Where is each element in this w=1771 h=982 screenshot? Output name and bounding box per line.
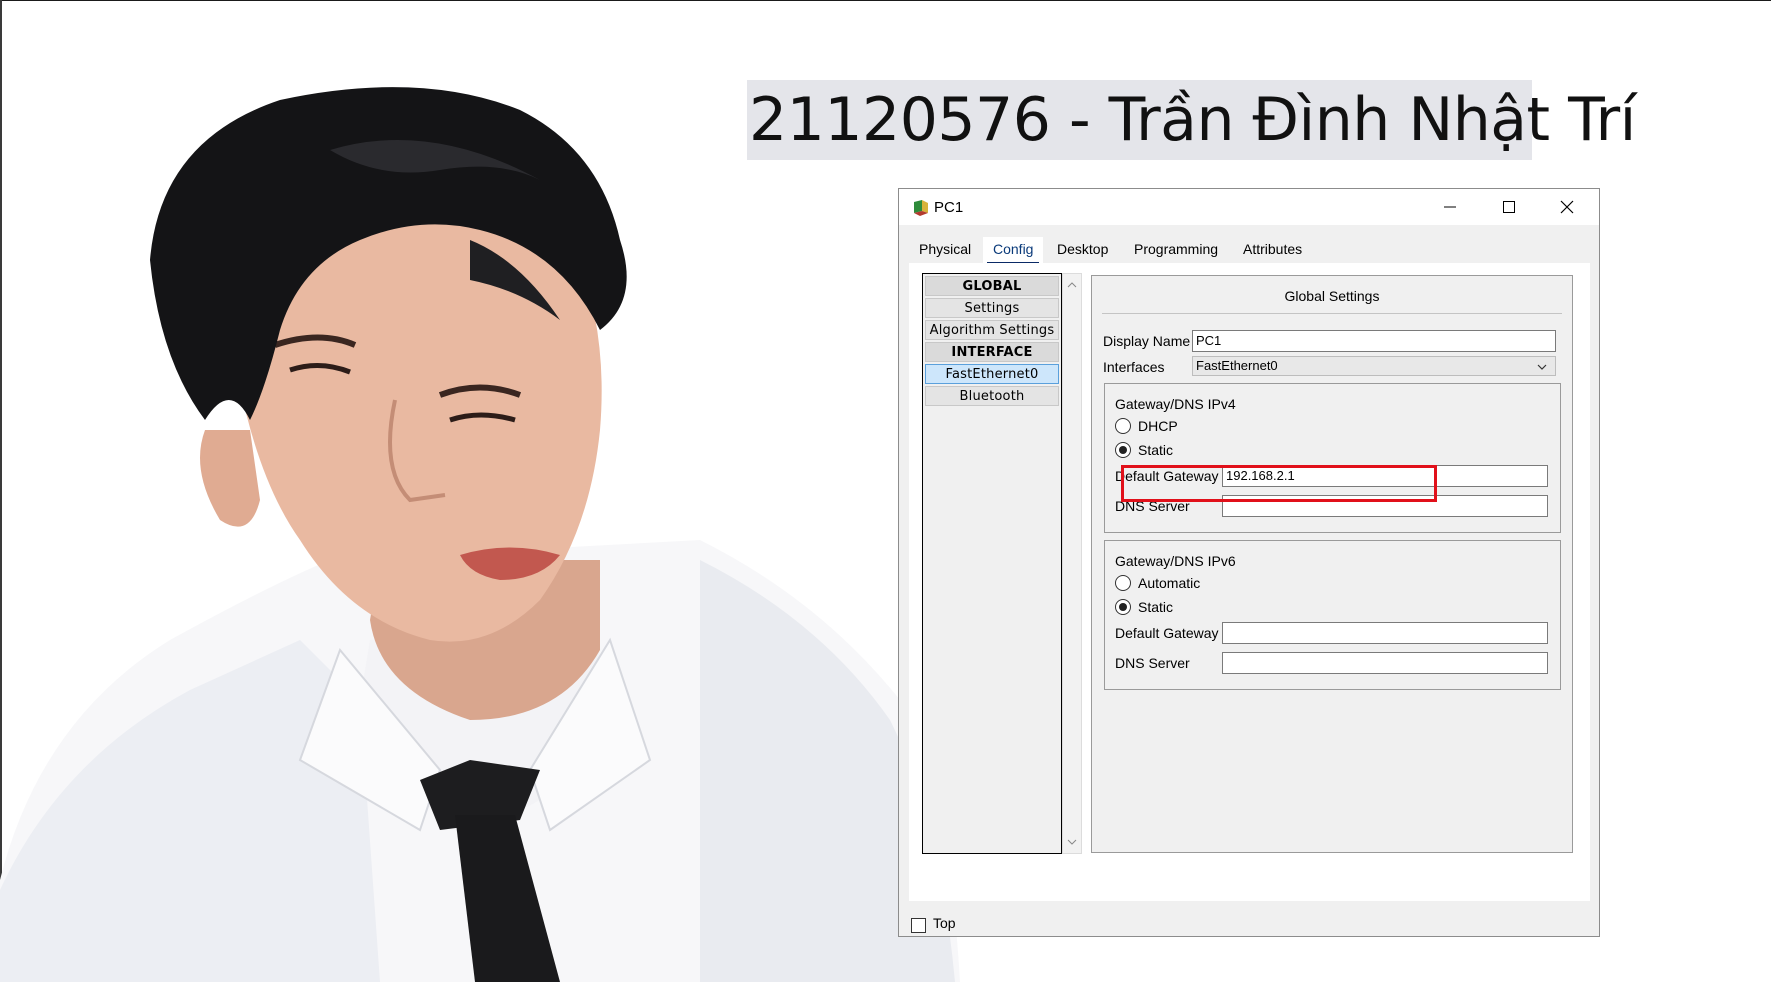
global-settings-panel: Global Settings Display Name PC1 Interfa…	[1091, 275, 1573, 853]
person-photo	[0, 87, 960, 982]
nav-header-interface: INTERFACE	[925, 342, 1059, 362]
ipv4-dns-server-input[interactable]	[1222, 495, 1548, 517]
pc1-window: PC1 Physical Config Desktop Programming …	[898, 188, 1600, 937]
ipv6-dns-server-input[interactable]	[1222, 652, 1548, 674]
ipv6-default-gateway-input[interactable]	[1222, 622, 1548, 644]
nav-item-algorithm-settings[interactable]: Algorithm Settings	[925, 320, 1059, 340]
ipv6-dns-server-label: DNS Server	[1115, 655, 1190, 671]
ipv4-dns-server-label: DNS Server	[1115, 498, 1190, 514]
ipv4-static-radio[interactable]	[1115, 442, 1131, 458]
config-nav-list: GLOBAL Settings Algorithm Settings INTER…	[922, 273, 1062, 854]
maximize-button[interactable]	[1486, 189, 1532, 225]
nav-header-global: GLOBAL	[925, 276, 1059, 296]
pc-app-icon	[914, 200, 928, 216]
ipv6-automatic-radio[interactable]	[1115, 575, 1131, 591]
ipv4-dhcp-radio[interactable]	[1115, 418, 1131, 434]
config-content: GLOBAL Settings Algorithm Settings INTER…	[909, 263, 1590, 901]
minimize-button[interactable]	[1427, 189, 1473, 225]
scroll-down-icon[interactable]	[1067, 837, 1077, 847]
ipv6-static-radio[interactable]	[1115, 599, 1131, 615]
panel-divider	[1102, 313, 1562, 314]
interfaces-dropdown[interactable]: FastEthernet0	[1192, 356, 1556, 376]
ipv4-group: Gateway/DNS IPv4 DHCP Static Default Gat…	[1104, 383, 1561, 533]
ipv4-default-gateway-input[interactable]: 192.168.2.1	[1222, 465, 1548, 487]
frame-top-border	[0, 0, 1771, 1]
tab-desktop[interactable]: Desktop	[1047, 237, 1118, 265]
chevron-down-icon	[1537, 364, 1547, 370]
ipv6-automatic-label: Automatic	[1138, 575, 1201, 591]
ipv4-group-title: Gateway/DNS IPv4	[1115, 396, 1236, 412]
maximize-icon	[1503, 201, 1515, 213]
tab-config[interactable]: Config	[983, 237, 1044, 265]
top-checkbox-label: Top	[933, 915, 956, 931]
interfaces-label: Interfaces	[1103, 359, 1165, 375]
close-button[interactable]	[1544, 189, 1590, 225]
nav-item-fastethernet0[interactable]: FastEthernet0	[925, 364, 1059, 384]
close-icon	[1560, 200, 1574, 214]
ipv4-default-gateway-label: Default Gateway	[1115, 468, 1219, 484]
nav-item-bluetooth[interactable]: Bluetooth	[925, 386, 1059, 406]
ipv6-group: Gateway/DNS IPv6 Automatic Static Defaul…	[1104, 540, 1561, 690]
panel-title: Global Settings	[1284, 288, 1380, 304]
top-checkbox[interactable]	[911, 918, 926, 933]
window-title: PC1	[934, 199, 964, 216]
minimize-icon	[1444, 206, 1456, 208]
nav-item-settings[interactable]: Settings	[925, 298, 1059, 318]
tab-attributes[interactable]: Attributes	[1233, 237, 1312, 265]
scroll-up-icon[interactable]	[1067, 280, 1077, 290]
display-name-input[interactable]: PC1	[1192, 330, 1556, 352]
nav-scrollbar[interactable]	[1062, 273, 1082, 854]
tab-physical[interactable]: Physical	[909, 237, 981, 265]
ipv6-group-title: Gateway/DNS IPv6	[1115, 553, 1236, 569]
tab-programming[interactable]: Programming	[1124, 237, 1228, 265]
display-name-label: Display Name	[1103, 333, 1191, 349]
ipv6-static-label: Static	[1138, 599, 1174, 615]
interfaces-selected-value: FastEthernet0	[1196, 358, 1278, 373]
ipv4-dhcp-label: DHCP	[1138, 418, 1178, 434]
ipv6-default-gateway-label: Default Gateway	[1115, 625, 1219, 641]
ipv4-static-label: Static	[1138, 442, 1174, 458]
title-bar[interactable]: PC1	[899, 189, 1599, 225]
